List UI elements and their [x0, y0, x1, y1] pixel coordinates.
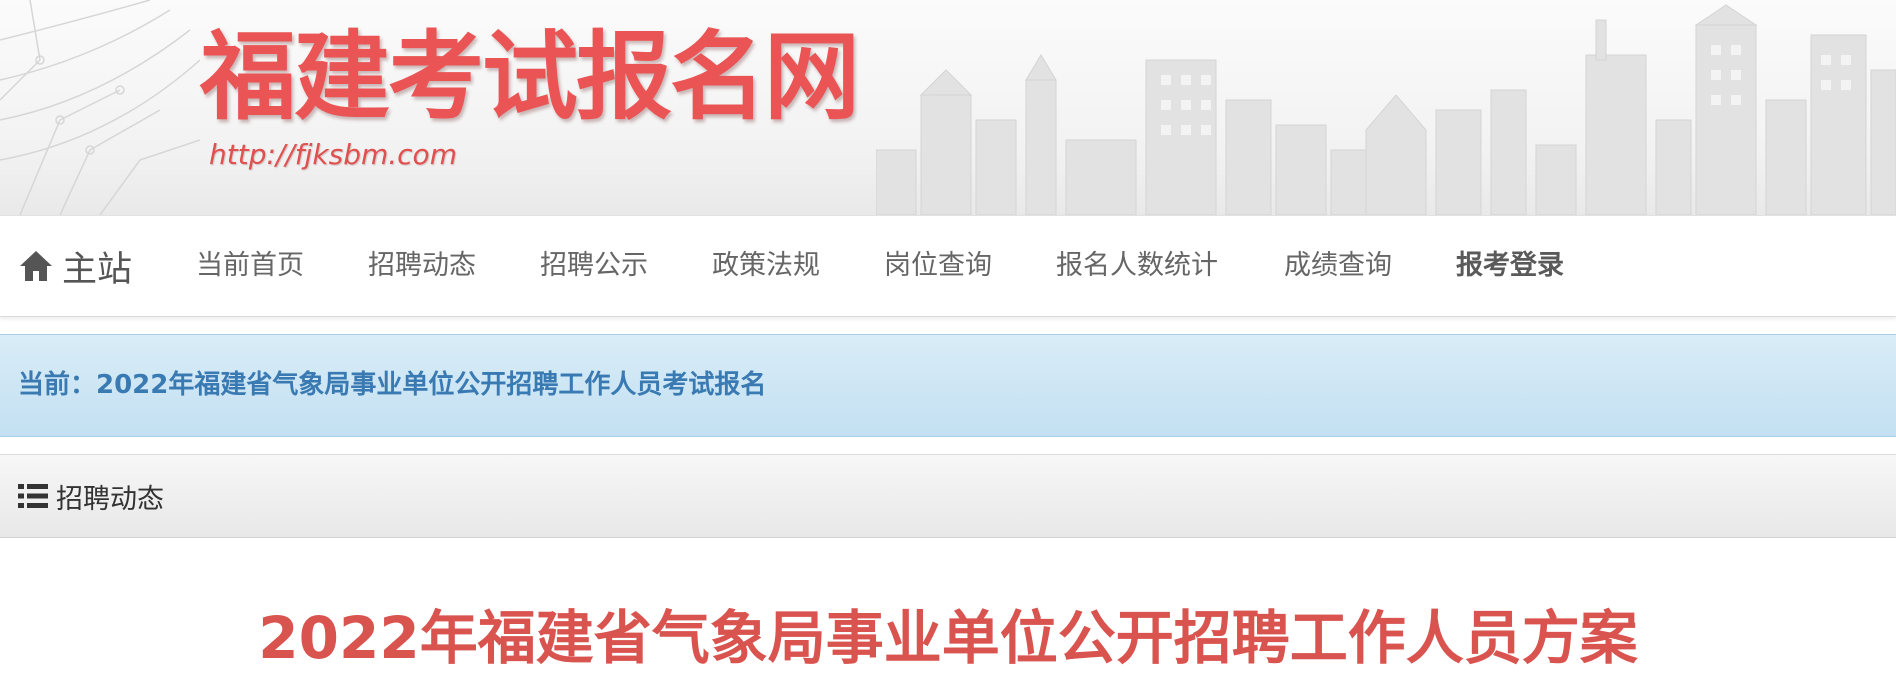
article-title: 2022年福建省气象局事业单位公开招聘工作人员方案	[258, 604, 1638, 672]
current-location-text[interactable]: 当前：2022年福建省气象局事业单位公开招聘工作人员考试报名	[18, 335, 766, 436]
section-header: 招聘动态	[0, 454, 1896, 538]
site-title: 福建考试报名网	[200, 20, 860, 133]
site-url: http://fjksbm.com	[209, 138, 457, 171]
current-location-bar: 当前：2022年福建省气象局事业单位公开招聘工作人员考试报名	[0, 334, 1896, 437]
nav-item-score-query[interactable]: 成绩查询	[1284, 216, 1392, 316]
nav-home-link[interactable]: 主站	[18, 216, 132, 316]
nav-item-recruit-notice[interactable]: 招聘公示	[540, 216, 648, 316]
city-skyline-decoration	[876, 4, 1896, 215]
nav-item-current-home[interactable]: 当前首页	[196, 216, 304, 316]
section-header-content: 招聘动态	[18, 455, 164, 537]
main-navbar: 主站 当前首页 招聘动态 招聘公示 政策法规 岗位查询 报名人数统计 成绩查询 …	[0, 216, 1896, 317]
nav-item-policy[interactable]: 政策法规	[712, 216, 820, 316]
home-icon	[20, 251, 52, 281]
nav-item-exam-login[interactable]: 报考登录	[1456, 216, 1564, 316]
nav-item-applicant-stats[interactable]: 报名人数统计	[1056, 216, 1218, 316]
header-banner: 福建考试报名网 http://fjksbm.com	[0, 0, 1896, 216]
circuit-decoration	[0, 0, 200, 215]
nav-item-position-query[interactable]: 岗位查询	[884, 216, 992, 316]
nav-brand-label: 主站	[62, 249, 133, 290]
list-icon	[18, 484, 48, 508]
nav-item-recruit-news[interactable]: 招聘动态	[368, 216, 476, 316]
section-header-label[interactable]: 招聘动态	[56, 477, 164, 516]
